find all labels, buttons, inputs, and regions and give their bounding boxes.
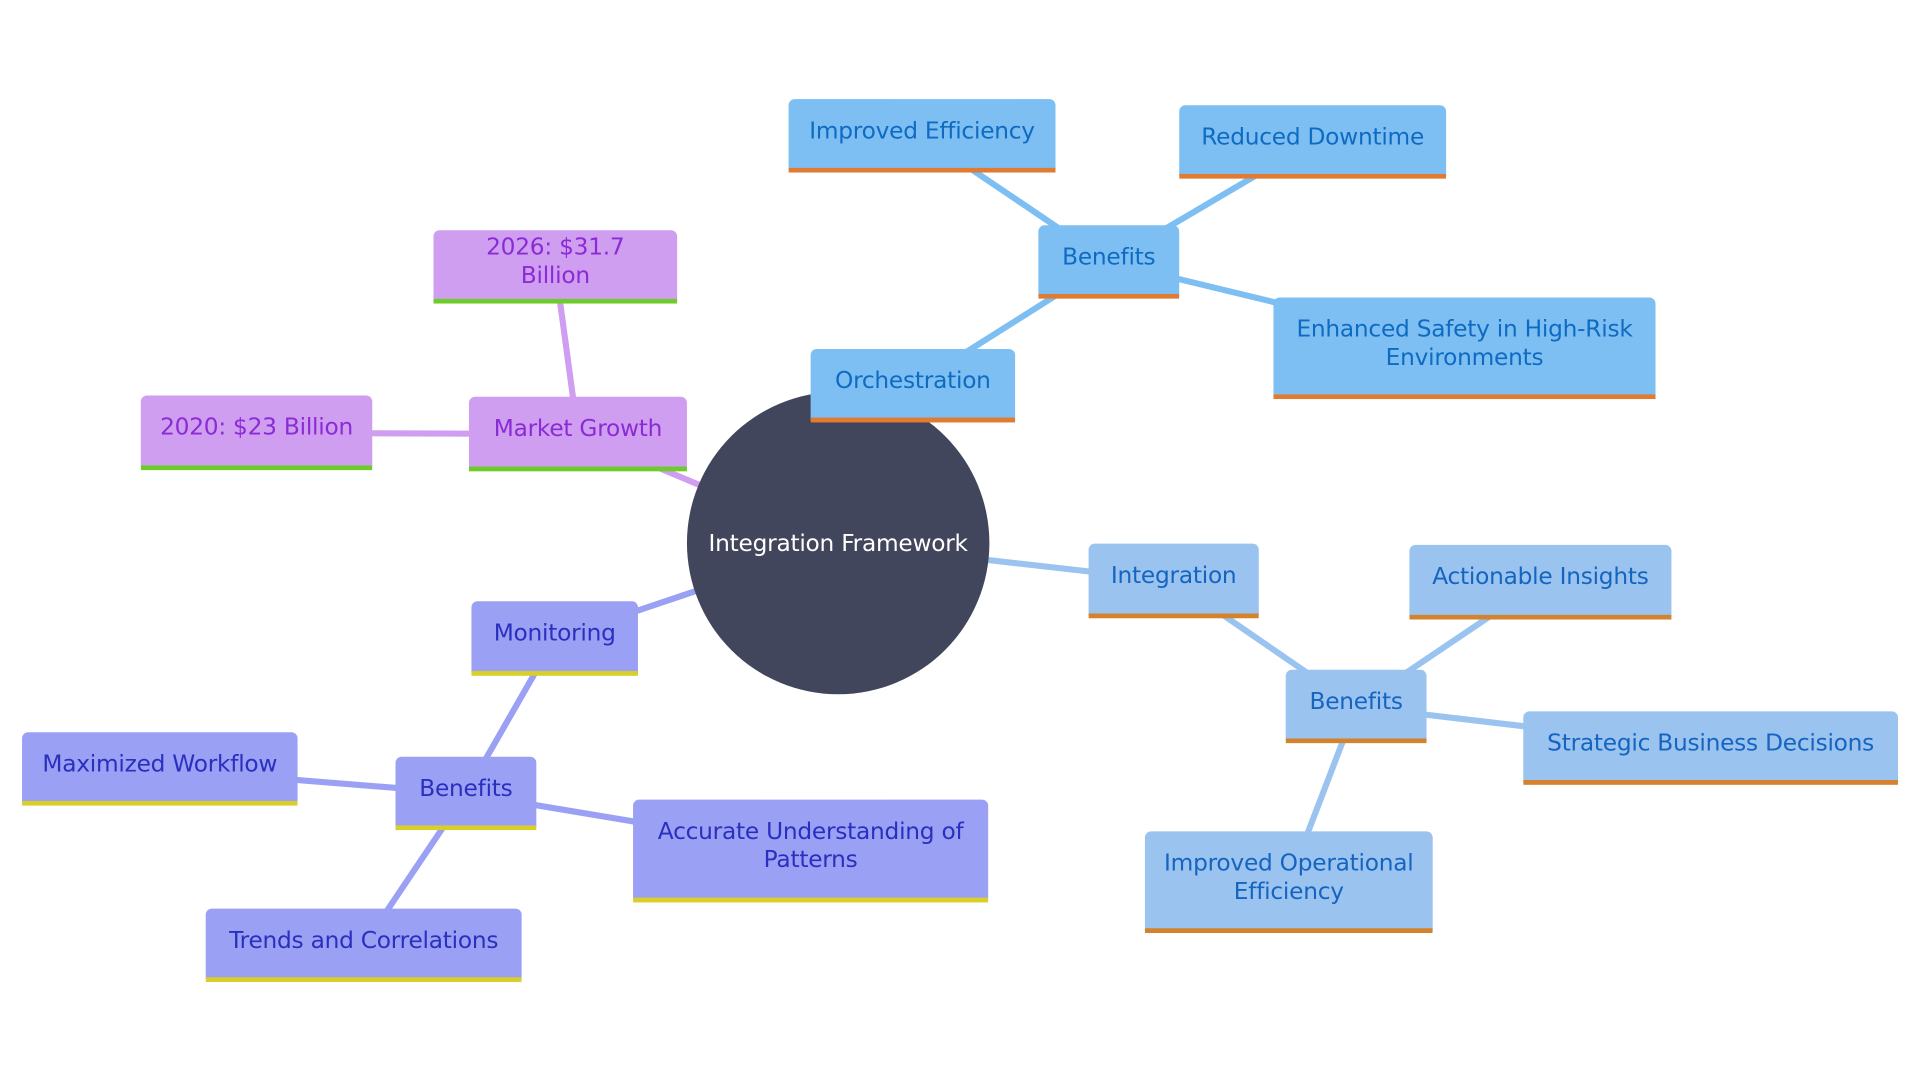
branch-node-orchestration[interactable]: Orchestration bbox=[810, 348, 1016, 423]
root-node[interactable]: Integration Framework bbox=[686, 391, 990, 695]
node-label: Maximized Workflow bbox=[42, 750, 278, 777]
node-label: Improved Efficiency bbox=[809, 116, 1035, 144]
node-label: 2026: $31.7 Billion bbox=[486, 233, 625, 289]
node-label: Monitoring bbox=[493, 619, 616, 647]
leaf-node-mon-b2[interactable]: Accurate Understanding of Patterns bbox=[633, 799, 989, 903]
node-label: Accurate Understanding of Patterns bbox=[657, 817, 964, 874]
sub-node-integ-benefits[interactable]: Benefits bbox=[1285, 669, 1427, 744]
leaf-node-orch-b1[interactable]: Improved Efficiency bbox=[788, 99, 1056, 173]
mindmap-canvas: Integration Framework Orchestration Benefi… bbox=[0, 0, 1920, 1080]
node-label: Market Growth bbox=[493, 415, 663, 443]
branch-node-monitoring[interactable]: Monitoring bbox=[471, 601, 638, 676]
node-label: Benefits bbox=[1309, 687, 1403, 715]
node-label: Benefits bbox=[1062, 243, 1156, 271]
node-label: Actionable Insights bbox=[1432, 563, 1649, 591]
leaf-node-integ-b3[interactable]: Improved Operational Efficiency bbox=[1144, 831, 1433, 934]
branch-node-market-growth[interactable]: Market Growth bbox=[468, 396, 687, 472]
root-label: Integration Framework bbox=[708, 529, 968, 557]
branch-node-integration[interactable]: Integration bbox=[1088, 543, 1259, 619]
node-label: 2020: $23 Billion bbox=[160, 413, 353, 441]
node-label: Benefits bbox=[419, 774, 513, 802]
node-label: Strategic Business Decisions bbox=[1547, 729, 1875, 757]
node-label: Improved Operational Efficiency bbox=[1164, 849, 1414, 905]
node-label: Reduced Downtime bbox=[1201, 123, 1425, 151]
leaf-node-mkt-2026[interactable]: 2026: $31.7 Billion bbox=[433, 230, 678, 304]
node-label: Enhanced Safety in High-Risk Environment… bbox=[1296, 315, 1633, 371]
sub-node-orch-benefits[interactable]: Benefits bbox=[1038, 225, 1180, 299]
leaf-node-mkt-2020[interactable]: 2020: $23 Billion bbox=[140, 395, 373, 471]
node-label: Orchestration bbox=[835, 366, 991, 394]
leaf-node-mon-b1[interactable]: Maximized Workflow bbox=[22, 732, 298, 806]
sub-node-mon-benefits[interactable]: Benefits bbox=[395, 756, 537, 831]
leaf-node-orch-b3[interactable]: Enhanced Safety in High-Risk Environment… bbox=[1273, 297, 1656, 400]
node-label: Trends and Correlations bbox=[229, 926, 499, 954]
leaf-node-integ-b1[interactable]: Actionable Insights bbox=[1409, 544, 1672, 620]
leaf-node-mon-b3[interactable]: Trends and Correlations bbox=[205, 908, 522, 983]
leaf-node-orch-b2[interactable]: Reduced Downtime bbox=[1179, 105, 1447, 179]
node-label: Integration bbox=[1110, 562, 1237, 589]
leaf-node-integ-b2[interactable]: Strategic Business Decisions bbox=[1523, 711, 1898, 785]
